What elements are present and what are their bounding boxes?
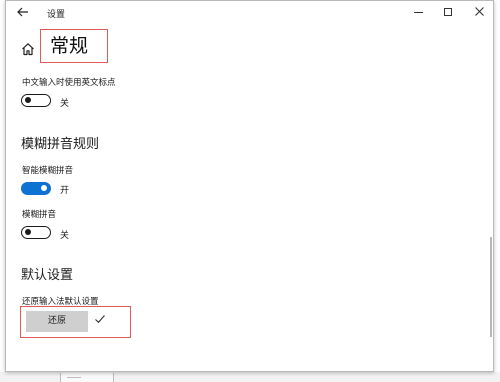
vertical-scrollbar[interactable] [490, 237, 492, 337]
smart-fuzzy-pinyin-label: 智能模糊拼音 [22, 166, 74, 176]
window-title: 设置 [47, 10, 66, 20]
checkmark-icon [95, 315, 105, 324]
arrow-left-icon [17, 7, 28, 17]
maximize-icon [444, 8, 452, 16]
title-bar: 设置 [6, 1, 493, 25]
english-punctuation-label: 中文输入时使用英文标点 [22, 78, 116, 88]
minimize-icon [413, 11, 423, 13]
page-title: 常规 [50, 35, 89, 57]
close-button[interactable] [464, 3, 494, 21]
default-settings-heading: 默认设置 [21, 268, 74, 283]
maximize-button[interactable] [433, 3, 463, 21]
fuzzy-pinyin-heading: 模糊拼音规则 [21, 137, 100, 152]
english-punctuation-toggle[interactable] [21, 94, 51, 107]
back-button[interactable] [14, 4, 32, 20]
smart-fuzzy-pinyin-toggle[interactable] [21, 182, 51, 195]
home-icon[interactable] [20, 41, 36, 57]
smart-fuzzy-pinyin-state: 开 [60, 186, 70, 196]
fuzzy-pinyin-state: 关 [60, 231, 70, 241]
fuzzy-pinyin-label: 模糊拼音 [22, 210, 57, 220]
english-punctuation-state: 关 [60, 99, 70, 109]
background-window-fragment [60, 373, 114, 382]
restore-button[interactable]: 还原 [26, 311, 88, 332]
settings-window: 设置 常规 中文输入时使用英文标点 关 模糊拼音规则 智能模糊拼音 开 模糊拼音… [5, 0, 494, 372]
fuzzy-pinyin-toggle[interactable] [21, 226, 51, 239]
toggle-knob [41, 185, 47, 191]
close-icon [474, 7, 484, 16]
toggle-knob [25, 97, 31, 103]
toggle-knob [25, 229, 31, 235]
minimize-button[interactable] [403, 3, 433, 21]
